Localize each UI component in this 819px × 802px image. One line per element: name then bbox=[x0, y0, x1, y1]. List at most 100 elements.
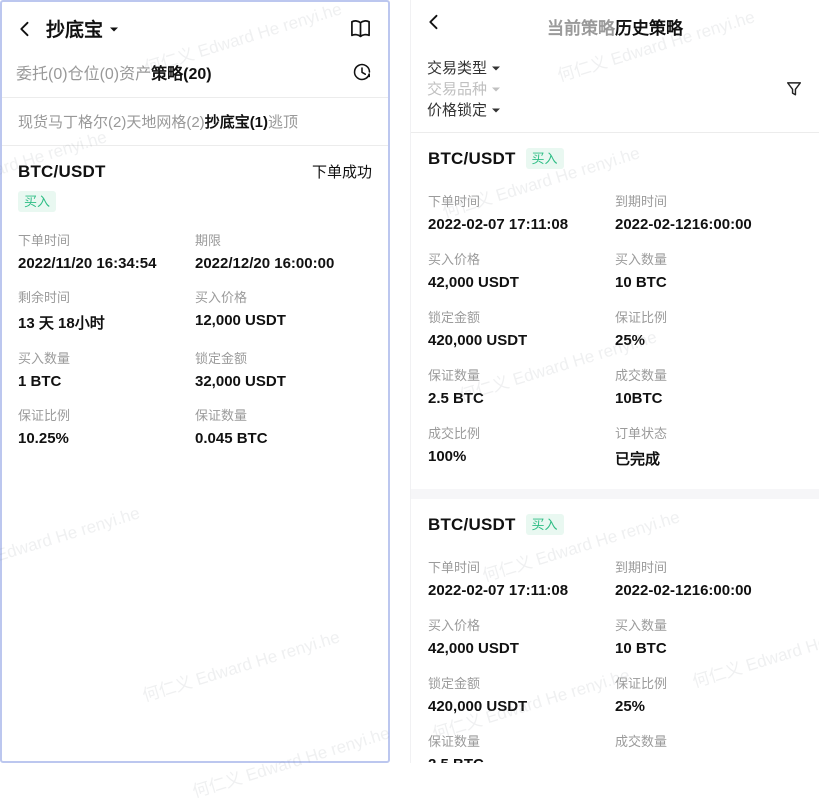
field-label: 下单时间 bbox=[428, 191, 615, 210]
filter-bar: 交易类型 交易品种 价格锁定 bbox=[411, 48, 819, 132]
chevron-down-icon bbox=[492, 87, 500, 95]
book-icon[interactable] bbox=[349, 18, 372, 39]
page-title: 抄底宝 bbox=[46, 15, 103, 42]
field-label: 买入数量 bbox=[615, 249, 802, 268]
field-value: 已完成 bbox=[615, 448, 802, 469]
order-field: 下单时间 2022-02-07 17:11:08 bbox=[428, 191, 615, 233]
field-value: 13 天 18小时 bbox=[18, 312, 195, 333]
field-value: 2022/11/20 16:34:54 bbox=[18, 255, 195, 272]
order-status: 下单成功 bbox=[312, 161, 372, 182]
history-card[interactable]: BTC/USDT 买入 下单时间 2022-02-07 17:11:08 到期时… bbox=[411, 499, 819, 763]
filter-dropdown[interactable]: 交易类型 bbox=[427, 57, 500, 78]
field-label: 成交比例 bbox=[428, 423, 615, 442]
order-field: 成交比例 100% bbox=[428, 423, 615, 469]
field-label: 下单时间 bbox=[18, 230, 195, 249]
field-label: 到期时间 bbox=[615, 557, 802, 576]
strategy-subtab[interactable]: 天地网格(2) bbox=[126, 114, 204, 131]
right-header: 当前策略历史策略 bbox=[411, 0, 819, 48]
field-value: 2.5 BTC bbox=[428, 756, 615, 763]
chevron-down-icon bbox=[492, 108, 500, 116]
strategy-subtab[interactable]: 现货马丁格尔(2) bbox=[18, 114, 126, 131]
order-field: 保证数量 2.5 BTC bbox=[428, 731, 615, 763]
strategy-view-tab[interactable]: 当前策略 bbox=[547, 19, 615, 38]
card-separator bbox=[411, 489, 819, 499]
field-value: 10 BTC bbox=[615, 640, 802, 657]
strategy-subtab[interactable]: 抄底宝(1) bbox=[205, 114, 268, 131]
field-value: 1 BTC bbox=[18, 373, 195, 390]
field-label: 下单时间 bbox=[428, 557, 615, 576]
field-value: 10BTC bbox=[615, 390, 802, 407]
field-value: 25% bbox=[615, 698, 802, 715]
side-badge: 买入 bbox=[526, 514, 564, 535]
field-value: 10.25% bbox=[18, 430, 195, 447]
trading-pair: BTC/USDT bbox=[428, 149, 516, 169]
strategy-view-tab[interactable]: 历史策略 bbox=[615, 19, 683, 38]
field-label: 剩余时间 bbox=[18, 287, 195, 306]
order-card: BTC/USDT 下单成功 买入 下单时间 2022/11/20 16:34:5… bbox=[2, 146, 388, 447]
field-label: 保证比例 bbox=[18, 405, 195, 424]
back-icon[interactable] bbox=[16, 20, 34, 38]
filter-funnel-icon[interactable] bbox=[785, 80, 803, 98]
filter-label: 交易类型 bbox=[427, 57, 487, 78]
order-field: 成交数量 -- bbox=[615, 731, 802, 763]
field-label: 锁定金额 bbox=[428, 307, 615, 326]
field-value: 12,000 USDT bbox=[195, 312, 372, 329]
field-value: 420,000 USDT bbox=[428, 698, 615, 715]
side-badge: 买入 bbox=[18, 191, 56, 212]
order-field: 剩余时间 13 天 18小时 bbox=[18, 287, 195, 333]
order-field: 买入价格 12,000 USDT bbox=[195, 287, 372, 333]
order-field: 锁定金额 420,000 USDT bbox=[428, 673, 615, 715]
field-label: 保证数量 bbox=[195, 405, 372, 424]
order-field: 买入数量 10 BTC bbox=[615, 249, 802, 291]
chevron-down-icon bbox=[110, 27, 118, 35]
field-value: 2022-02-1216:00:00 bbox=[615, 216, 802, 233]
history-card[interactable]: BTC/USDT 买入 下单时间 2022-02-07 17:11:08 到期时… bbox=[411, 133, 819, 489]
order-field: 买入价格 42,000 USDT bbox=[428, 249, 615, 291]
account-tabs: 委托(0)仓位(0)资产策略(20) bbox=[2, 50, 388, 97]
order-field: 期限 2022/12/20 16:00:00 bbox=[195, 230, 372, 272]
order-field: 成交数量 10BTC bbox=[615, 365, 802, 407]
order-field: 下单时间 2022-02-07 17:11:08 bbox=[428, 557, 615, 599]
field-label: 保证数量 bbox=[428, 731, 615, 750]
trading-pair: BTC/USDT bbox=[428, 515, 516, 535]
strategy-subtab[interactable]: 逃顶 bbox=[268, 114, 298, 131]
field-label: 锁定金额 bbox=[428, 673, 615, 692]
field-label: 买入数量 bbox=[18, 348, 195, 367]
page-title-dropdown[interactable]: 抄底宝 bbox=[46, 15, 118, 42]
account-tab[interactable]: 策略(20) bbox=[151, 66, 211, 83]
order-field: 保证数量 0.045 BTC bbox=[195, 405, 372, 447]
chevron-down-icon bbox=[492, 66, 500, 74]
order-field: 买入价格 42,000 USDT bbox=[428, 615, 615, 657]
order-field: 锁定金额 420,000 USDT bbox=[428, 307, 615, 349]
field-label: 期限 bbox=[195, 230, 372, 249]
filter-label: 价格锁定 bbox=[427, 99, 487, 120]
order-field: 锁定金额 32,000 USDT bbox=[195, 348, 372, 390]
filter-dropdown[interactable]: 价格锁定 bbox=[427, 99, 500, 120]
order-field: 保证数量 2.5 BTC bbox=[428, 365, 615, 407]
field-value: -- bbox=[615, 756, 802, 763]
back-icon[interactable] bbox=[425, 13, 443, 31]
history-strategy-panel: 当前策略历史策略 交易类型 交易品种 价格锁定 bbox=[410, 0, 819, 763]
field-value: 420,000 USDT bbox=[428, 332, 615, 349]
account-tab[interactable]: 委托(0) bbox=[16, 66, 68, 83]
dip-buy-panel: 抄底宝 委托(0)仓位(0)资产策略(20) 现 bbox=[0, 0, 390, 763]
field-value: 2022-02-07 17:11:08 bbox=[428, 216, 615, 233]
field-value: 25% bbox=[615, 332, 802, 349]
field-label: 锁定金额 bbox=[195, 348, 372, 367]
field-label: 成交数量 bbox=[615, 365, 802, 384]
order-field: 到期时间 2022-02-1216:00:00 bbox=[615, 557, 802, 599]
order-field: 保证比例 25% bbox=[615, 673, 802, 715]
filter-dropdown[interactable]: 交易品种 bbox=[427, 78, 500, 99]
field-label: 买入价格 bbox=[428, 615, 615, 634]
order-history-icon[interactable] bbox=[352, 62, 372, 82]
field-label: 买入价格 bbox=[195, 287, 372, 306]
order-field: 下单时间 2022/11/20 16:34:54 bbox=[18, 230, 195, 272]
filter-label: 交易品种 bbox=[427, 78, 487, 99]
order-field: 保证比例 25% bbox=[615, 307, 802, 349]
account-tab[interactable]: 仓位(0) bbox=[68, 66, 120, 83]
account-tab[interactable]: 资产 bbox=[119, 66, 151, 83]
field-value: 42,000 USDT bbox=[428, 640, 615, 657]
order-field: 买入数量 10 BTC bbox=[615, 615, 802, 657]
field-label: 保证比例 bbox=[615, 307, 802, 326]
order-field: 买入数量 1 BTC bbox=[18, 348, 195, 390]
